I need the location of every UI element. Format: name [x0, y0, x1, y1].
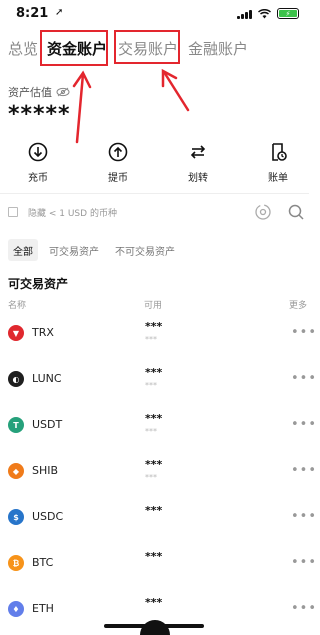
coin-amount: *** — [145, 550, 163, 563]
more-icon[interactable]: ••• — [291, 325, 317, 340]
withdraw-icon — [108, 142, 128, 162]
coin-amount: *** — [145, 412, 163, 425]
coin-value: *** — [145, 335, 157, 344]
hide-small-label[interactable]: 隐藏 < 1 USD 的币种 — [28, 206, 117, 219]
column-available: 可用 — [144, 301, 163, 311]
coin-name: BTC — [32, 556, 54, 569]
home-indicator — [104, 624, 204, 628]
chip-tradable[interactable]: 可交易资产 — [44, 239, 104, 261]
usdc-icon: $ — [8, 509, 24, 525]
coin-name: USDC — [32, 510, 64, 523]
coin-name: TRX — [32, 326, 54, 339]
coin-amount: *** — [145, 458, 163, 471]
chip-all[interactable]: 全部 — [8, 239, 38, 261]
btc-icon: ₿ — [8, 555, 24, 571]
action-bar: 充币 提币 划转 账单 — [0, 142, 309, 190]
transfer-button[interactable]: 划转 — [168, 142, 228, 184]
asset-row-lunc[interactable]: ◐ LUNC *** *** ••• — [0, 366, 316, 417]
column-name: 名称 — [8, 301, 27, 311]
bill-button[interactable]: 账单 — [248, 142, 308, 184]
chip-non-tradable[interactable]: 不可交易资产 — [110, 239, 180, 261]
withdraw-button[interactable]: 提币 — [88, 142, 148, 184]
usdt-icon: T — [8, 417, 24, 433]
section-title: 可交易资产 — [8, 277, 69, 291]
asset-estimate-label: 资产估值 — [8, 84, 70, 100]
more-icon[interactable]: ••• — [291, 509, 317, 524]
status-bar: 8:21 ➚ ⚡ — [0, 0, 309, 30]
column-more: 更多 — [289, 301, 308, 311]
eth-icon: ♦ — [8, 601, 24, 617]
deposit-label: 充币 — [28, 173, 48, 184]
coin-amount: *** — [145, 596, 163, 609]
coin-amount: *** — [145, 366, 163, 379]
wifi-icon — [258, 8, 271, 18]
more-icon[interactable]: ••• — [291, 555, 317, 570]
more-icon[interactable]: ••• — [291, 463, 317, 478]
asset-row-usdt[interactable]: T USDT *** *** ••• — [0, 412, 316, 463]
bill-label: 账单 — [268, 173, 288, 184]
status-time: 8:21 — [16, 6, 49, 21]
more-icon[interactable]: ••• — [291, 601, 317, 616]
asset-row-btc[interactable]: ₿ BTC *** ••• — [0, 550, 316, 601]
coin-name: LUNC — [32, 372, 62, 385]
signal-icon — [237, 9, 252, 19]
more-icon[interactable]: ••• — [291, 417, 317, 432]
location-arrow-icon: ➚ — [55, 7, 64, 18]
search-icon[interactable] — [287, 203, 305, 221]
coin-name: SHIB — [32, 464, 59, 477]
transfer-icon — [190, 145, 206, 159]
asset-estimate-value: ***** — [8, 102, 71, 127]
transfer-label: 划转 — [188, 173, 208, 184]
tab-overview[interactable]: 总览 — [8, 38, 38, 59]
lunc-icon: ◐ — [8, 371, 24, 387]
filter-row: 隐藏 < 1 USD 的币种 — [8, 203, 304, 225]
asset-row-shib[interactable]: ◆ SHIB *** *** ••• — [0, 458, 316, 509]
divider — [0, 193, 309, 194]
asset-filter-chips: 全部 可交易资产 不可交易资产 — [8, 239, 180, 261]
coin-name: ETH — [32, 602, 54, 615]
arrow-to-funding — [72, 70, 92, 144]
coin-amount: *** — [145, 504, 163, 517]
coin-value: *** — [145, 381, 157, 390]
asset-row-usdc[interactable]: $ USDC *** ••• — [0, 504, 316, 555]
convert-small-assets-icon[interactable] — [254, 203, 272, 221]
arrow-to-trading — [161, 68, 190, 112]
highlight-box-trading — [114, 30, 180, 64]
coin-value: *** — [145, 473, 157, 482]
status-icons: ⚡ — [237, 8, 299, 19]
trx-icon: ▼ — [8, 325, 24, 341]
withdraw-label: 提币 — [108, 173, 128, 184]
eye-off-icon[interactable] — [56, 87, 70, 97]
coin-amount: *** — [145, 320, 163, 333]
coin-name: USDT — [32, 418, 63, 431]
more-icon[interactable]: ••• — [291, 371, 317, 386]
highlight-box-funding — [40, 30, 108, 66]
deposit-icon — [28, 142, 48, 162]
battery-icon: ⚡ — [277, 8, 299, 19]
asset-row-trx[interactable]: ▼ TRX *** *** ••• — [0, 320, 316, 371]
deposit-button[interactable]: 充币 — [8, 142, 68, 184]
coin-value: *** — [145, 427, 157, 436]
shib-icon: ◆ — [8, 463, 24, 479]
bill-icon — [272, 143, 287, 161]
tab-finance-account[interactable]: 金融账户 — [188, 38, 248, 59]
hide-small-checkbox[interactable] — [8, 207, 18, 217]
